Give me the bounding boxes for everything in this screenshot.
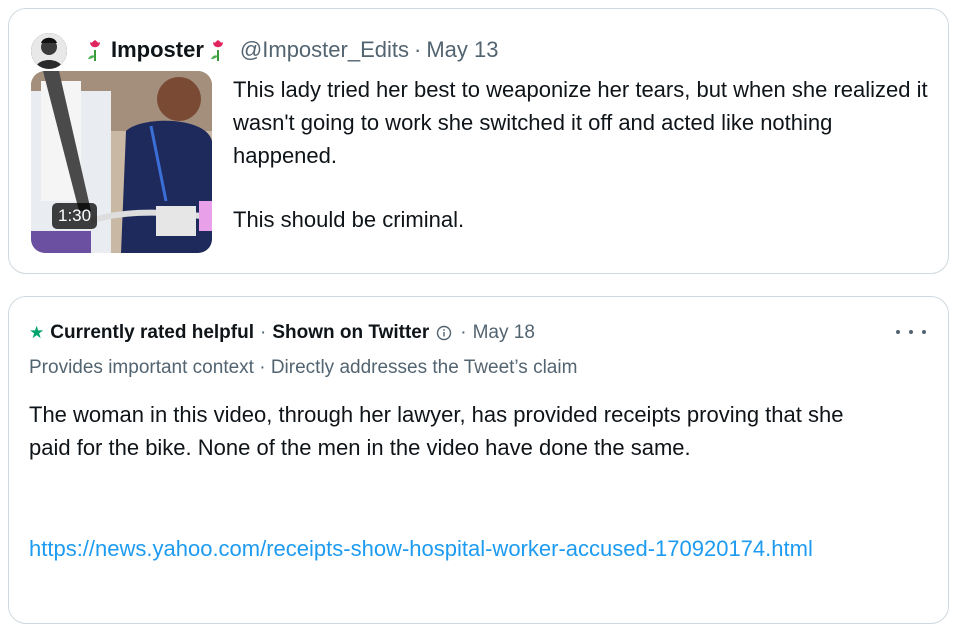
community-note-card: ★ Currently rated helpful · Shown on Twi… [8, 296, 949, 624]
avatar[interactable] [31, 33, 67, 69]
tweet-card[interactable]: Imposter @Imposter_Edits · May 13 1:30 T… [8, 8, 949, 274]
note-date: May 18 [472, 322, 535, 343]
tweet-paragraph: This should be criminal. [233, 207, 465, 232]
flower-emoji-icon [88, 40, 100, 61]
shown-on-label: Shown on Twitter [272, 322, 430, 343]
tweet-date[interactable]: May 13 [426, 37, 498, 63]
video-thumbnail[interactable]: 1:30 [31, 71, 212, 253]
separator-dot: · [413, 37, 422, 62]
separator-dot: · [460, 322, 467, 343]
tweet-paragraph: This lady tried her best to weaponize he… [233, 77, 928, 168]
avatar-image [31, 33, 67, 69]
dot [922, 330, 926, 334]
note-tags: Provides important context · Directly ad… [29, 357, 578, 378]
flower-emoji-icon [210, 40, 223, 61]
tweet-text: This lady tried her best to weaponize he… [233, 73, 933, 236]
tweet-header: Imposter @Imposter_Edits · May 13 [81, 35, 498, 65]
dot [909, 330, 913, 334]
display-name[interactable]: Imposter [111, 37, 204, 63]
video-duration-badge: 1:30 [52, 203, 98, 229]
separator-dot: · [260, 322, 267, 343]
dot [896, 330, 900, 334]
user-handle[interactable]: @Imposter_Edits [240, 37, 409, 63]
note-header: ★ Currently rated helpful · Shown on Twi… [29, 319, 535, 347]
note-text: The woman in this video, through her law… [29, 402, 844, 460]
more-icon[interactable] [896, 321, 926, 343]
rating-status: Currently rated helpful [50, 322, 254, 343]
source-link[interactable]: https://news.yahoo.com/receipts-show-hos… [29, 533, 829, 564]
info-icon[interactable] [436, 325, 452, 341]
star-icon: ★ [29, 323, 45, 342]
